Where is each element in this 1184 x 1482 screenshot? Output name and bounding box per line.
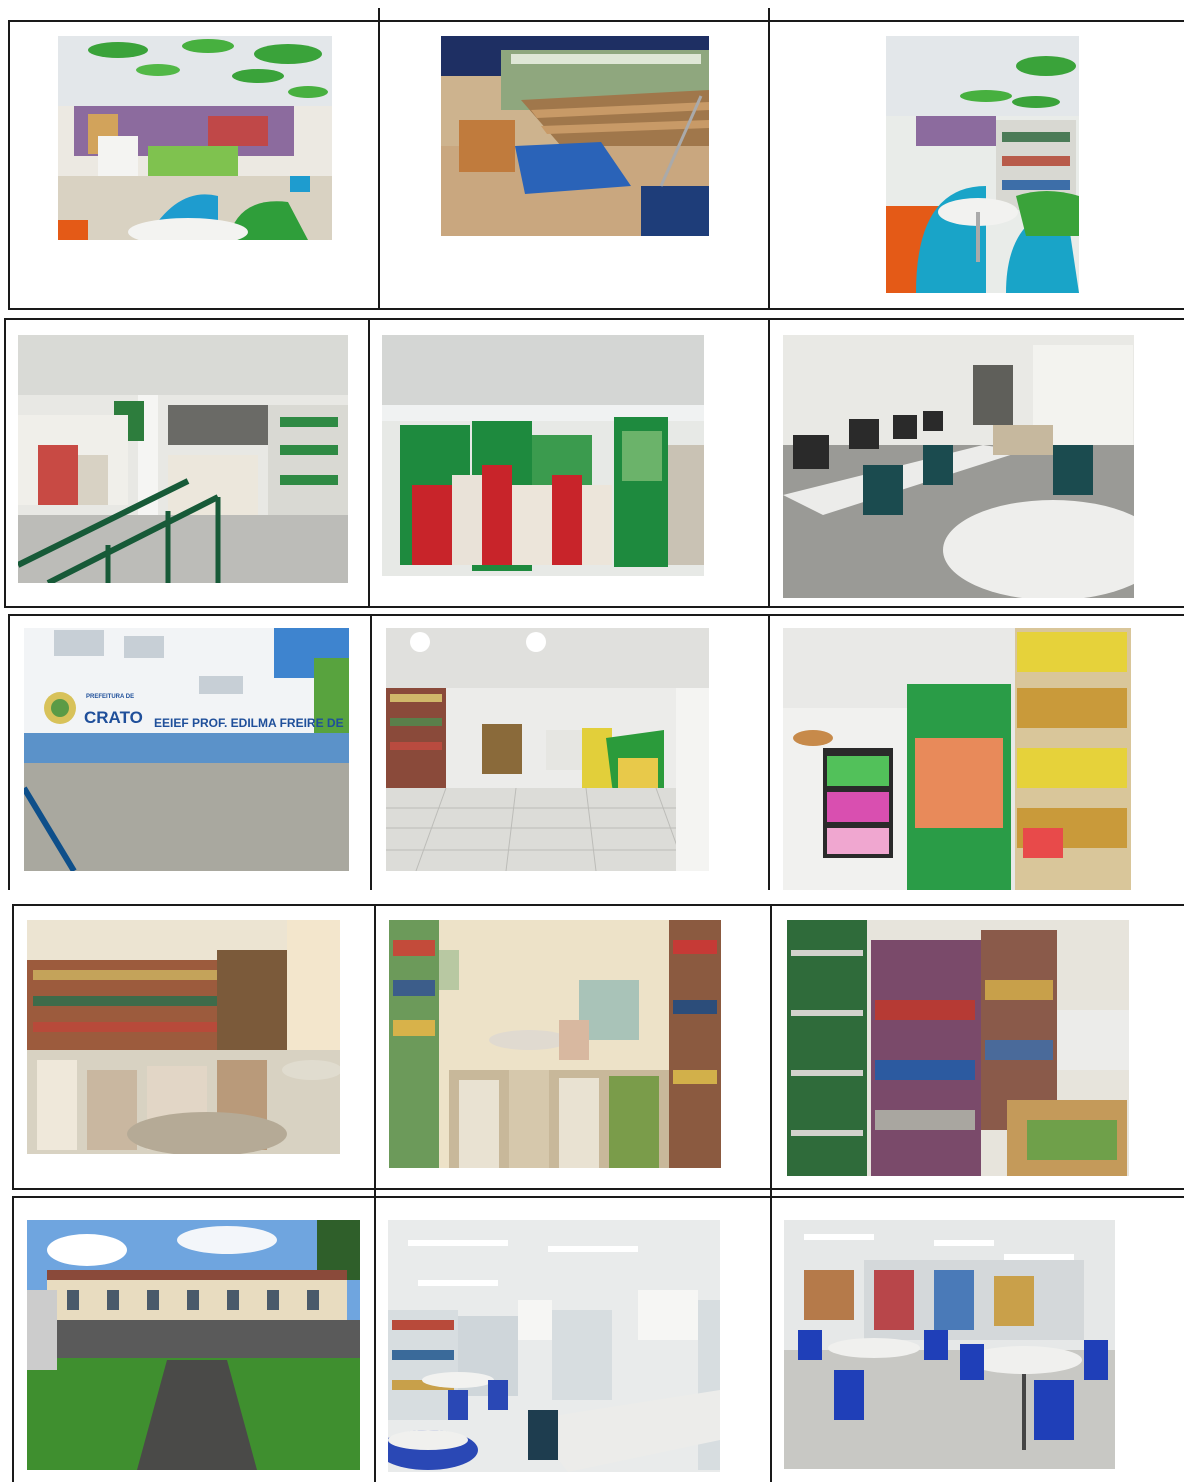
town-name: CRATO bbox=[84, 708, 143, 727]
photo-mezzanine-stairs bbox=[18, 335, 348, 583]
grid-line-col3-r4 bbox=[770, 904, 772, 1190]
grid-line-left-r4 bbox=[12, 904, 14, 1190]
grid-line-left-r3 bbox=[8, 614, 10, 890]
photo-library-stacks bbox=[389, 920, 721, 1168]
grid-line-col2-r2 bbox=[368, 318, 370, 608]
grid-line-left-r2 bbox=[4, 318, 6, 608]
grid-line-col2-r1 bbox=[378, 8, 380, 310]
photo-stacked-books-room bbox=[27, 920, 340, 1154]
grid-line-row2-bottom bbox=[4, 606, 1184, 608]
school-name: EEIEF PROF. EDILMA FREIRE DE OLIVEIRA bbox=[154, 716, 344, 730]
grid-line-col3-r1 bbox=[768, 8, 770, 310]
photo-school-facade: PREFEITURA DE CRATO EEIEF PROF. EDILMA F… bbox=[24, 628, 349, 871]
photo-book-displays bbox=[382, 335, 704, 576]
photo-amphitheater bbox=[441, 36, 709, 236]
grid-line-top bbox=[8, 20, 1184, 22]
prefecture-label: PREFEITURA DE bbox=[86, 694, 135, 700]
photo-tall-bookshelves bbox=[787, 920, 1129, 1176]
photo-tiled-room bbox=[386, 628, 709, 871]
photo-round-tables bbox=[784, 1220, 1115, 1469]
photo-display-stands bbox=[783, 628, 1131, 890]
grid-line-row2-top bbox=[4, 318, 1184, 320]
photo-reading-corner bbox=[886, 36, 1079, 293]
grid-line-col2-r3 bbox=[370, 614, 372, 890]
grid-line-left-r1 bbox=[8, 20, 10, 310]
grid-line-row4-bottom bbox=[12, 1188, 1184, 1190]
grid-line-row3-top bbox=[8, 614, 1184, 616]
grid-line-left-r5 bbox=[12, 1196, 14, 1482]
photo-school-exterior bbox=[27, 1220, 360, 1470]
photo-reading-area bbox=[58, 36, 332, 240]
grid-line-row5-top bbox=[12, 1196, 1184, 1198]
grid-line-col3-r5 bbox=[770, 1186, 772, 1482]
grid-line-row4-top bbox=[12, 904, 1184, 906]
photo-reading-room bbox=[388, 1220, 720, 1472]
grid-line-col3-r3 bbox=[768, 614, 770, 890]
grid-line-col2-r5 bbox=[374, 1186, 376, 1482]
grid-line-col3-r2 bbox=[768, 318, 770, 608]
grid-line-row1-bottom bbox=[8, 308, 1184, 310]
photo-computer-room bbox=[783, 335, 1134, 598]
grid-line-col2-r4 bbox=[374, 904, 376, 1190]
